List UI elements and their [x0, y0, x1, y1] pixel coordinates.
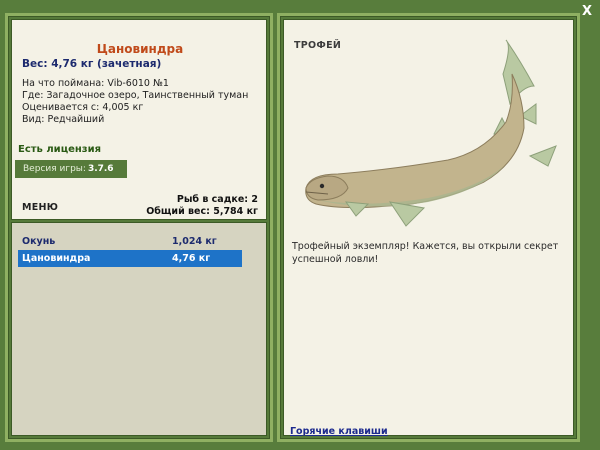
cage-item-name: Цановиндра: [22, 253, 91, 264]
cage-count: Рыб в садке: 2: [176, 194, 258, 205]
left-panel: Цановиндра Вес: 4,76 кг (зачетная) На чт…: [5, 13, 273, 442]
valuation-info: Оценивается с: 4,005 кг: [22, 102, 144, 113]
trophy-panel: ТРОФЕЙ Трофейный экземпляр! Кажется, вы …: [283, 19, 574, 437]
cage-stats: Рыб в садке: 2 Общий вес: 5,784 кг: [146, 194, 258, 218]
bait-info: На что поймана: Vib-6010 №1: [22, 78, 169, 89]
cage-list: Окунь 1,024 кг Цановиндра 4,76 кг: [11, 222, 267, 436]
catch-info-panel: Цановиндра Вес: 4,76 кг (зачетная) На чт…: [11, 19, 267, 220]
location-info: Где: Загадочное озеро, Таинственный тума…: [22, 90, 249, 101]
fish-weight: Вес: 4,76 кг (зачетная): [22, 58, 162, 70]
license-status: Есть лицензия: [18, 144, 102, 155]
cage-item-weight: 1,024 кг: [172, 236, 217, 247]
game-version: Версия игры: 3.7.6: [15, 160, 127, 178]
cage-list-item[interactable]: Окунь 1,024 кг: [18, 233, 242, 250]
fish-name: Цановиндра: [96, 42, 184, 56]
cage-item-name: Окунь: [22, 236, 56, 247]
hotkeys-link[interactable]: Горячие клавиши: [290, 426, 388, 437]
trophy-fish-image: [305, 39, 557, 227]
right-panel: ТРОФЕЙ Трофейный экземпляр! Кажется, вы …: [277, 13, 580, 442]
cage-item-weight: 4,76 кг: [172, 253, 211, 264]
rarity-info: Вид: Редчайший: [22, 114, 105, 125]
close-button[interactable]: X: [580, 5, 594, 19]
cage-total-weight: Общий вес: 5,784 кг: [146, 206, 258, 217]
trophy-message: Трофейный экземпляр! Кажется, вы открыли…: [292, 241, 559, 265]
menu-button[interactable]: МЕНЮ: [22, 202, 58, 213]
cage-list-item-selected[interactable]: Цановиндра 4,76 кг: [18, 250, 242, 267]
version-value: 3.7.6: [87, 164, 114, 174]
version-label: Версия игры:: [23, 164, 86, 174]
